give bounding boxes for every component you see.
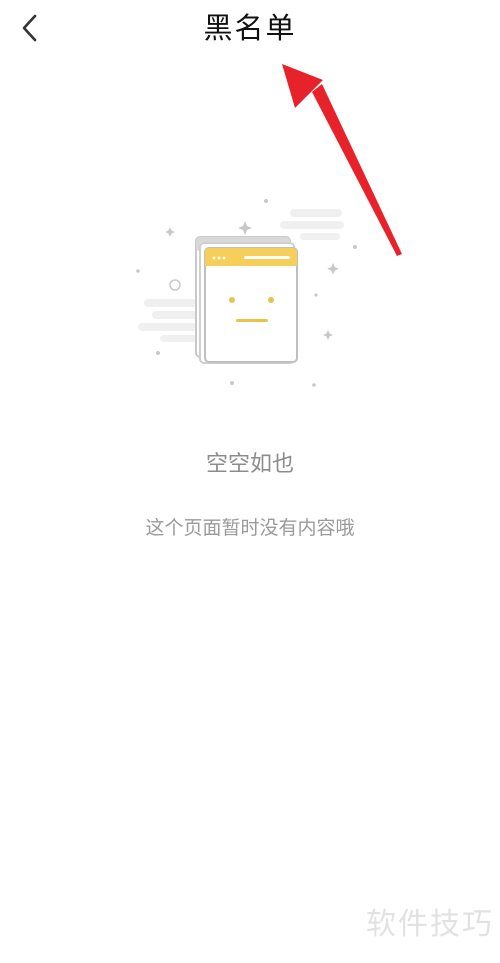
top-bar: 黑名单 <box>0 0 500 60</box>
empty-page-illustration <box>136 199 357 387</box>
page-title: 黑名单 <box>203 11 297 45</box>
face-left-eye <box>229 297 235 303</box>
ring-decoration <box>169 279 181 291</box>
cloud-right-decoration <box>280 209 344 240</box>
watermark-text: 软件技巧 <box>366 907 494 942</box>
empty-state-title: 空空如也 <box>205 452 294 477</box>
empty-state-description: 这个页面暂时没有内容哦 <box>145 517 355 539</box>
face-mouth <box>236 319 268 322</box>
arrow-head <box>282 64 323 108</box>
face-right-eye <box>268 297 274 303</box>
